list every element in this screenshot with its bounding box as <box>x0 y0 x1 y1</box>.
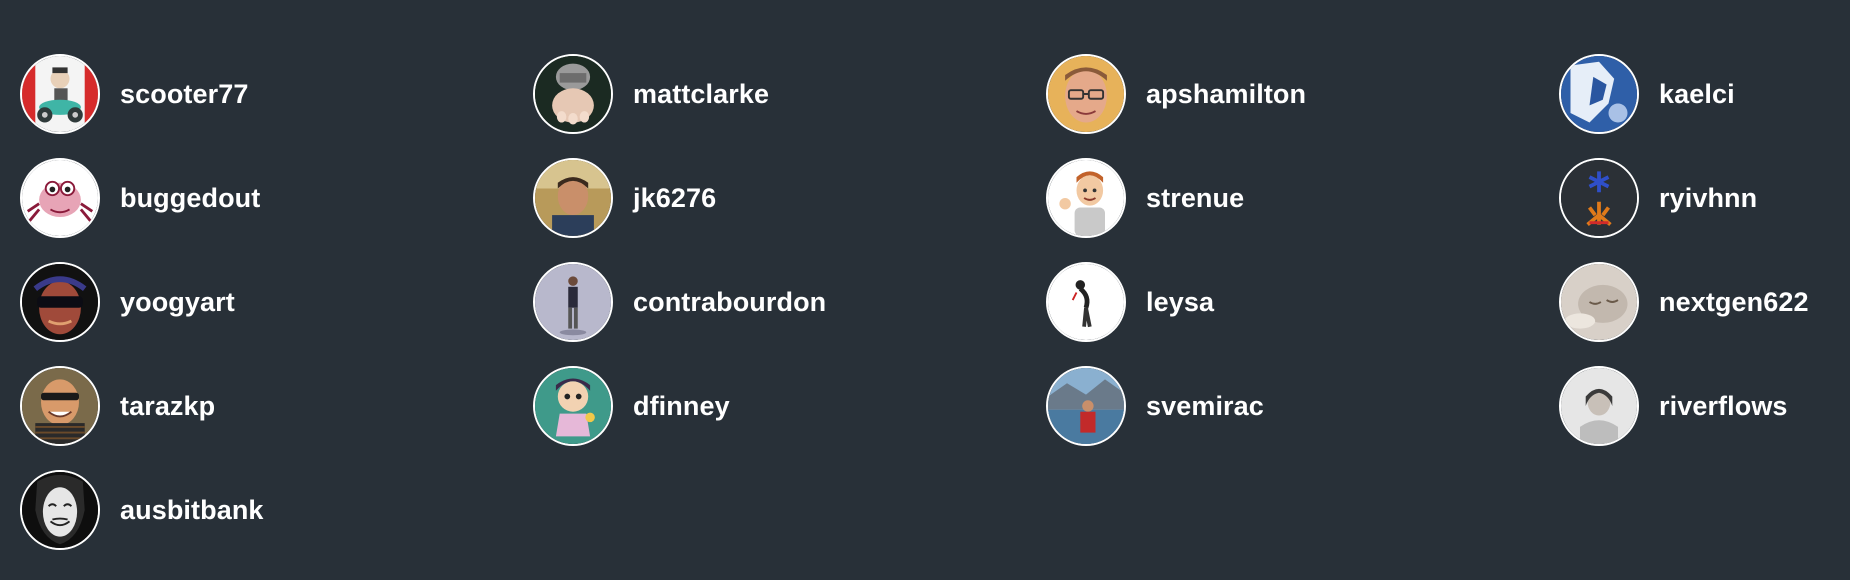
user-item-svemirac[interactable]: svemirac <box>1046 364 1559 448</box>
kanji-characters-avatar[interactable] <box>1559 158 1639 238</box>
masked-face-avatar[interactable] <box>20 470 100 550</box>
user-item-mattclarke[interactable]: mattclarke <box>533 52 1046 136</box>
scooter-cartoon-avatar[interactable] <box>20 54 100 134</box>
username[interactable]: leysa <box>1146 287 1214 318</box>
man-photo-avatar[interactable] <box>533 158 613 238</box>
username[interactable]: dfinney <box>633 391 730 422</box>
username[interactable]: ryivhnn <box>1659 183 1757 214</box>
username[interactable]: kaelci <box>1659 79 1735 110</box>
username[interactable]: ausbitbank <box>120 495 264 526</box>
person-by-lake-avatar[interactable] <box>1046 366 1126 446</box>
user-item-riverflows[interactable]: riverflows <box>1559 364 1850 448</box>
username[interactable]: jk6276 <box>633 183 716 214</box>
woman-portrait-avatar[interactable] <box>1559 366 1639 446</box>
username[interactable]: apshamilton <box>1146 79 1306 110</box>
sunglasses-man-avatar[interactable] <box>20 262 100 342</box>
username[interactable]: strenue <box>1146 183 1244 214</box>
animal-crossing-avatar[interactable] <box>533 366 613 446</box>
man-with-glasses-avatar[interactable] <box>1046 54 1126 134</box>
blue-portrait-avatar[interactable] <box>1559 54 1639 134</box>
user-item-buggedout[interactable]: buggedout <box>20 156 533 240</box>
standing-person-avatar[interactable] <box>533 262 613 342</box>
username[interactable]: contrabourdon <box>633 287 826 318</box>
user-item-nextgen622[interactable]: nextgen622 <box>1559 260 1850 344</box>
user-grid: scooter77 mattclarke apshamilton kaelci … <box>0 0 1850 580</box>
user-item-ausbitbank[interactable]: ausbitbank <box>20 468 533 552</box>
bug-cartoon-avatar[interactable] <box>20 158 100 238</box>
cartoon-man-avatar[interactable] <box>1046 158 1126 238</box>
user-item-strenue[interactable]: strenue <box>1046 156 1559 240</box>
username[interactable]: buggedout <box>120 183 260 214</box>
robot-foot-avatar[interactable] <box>533 54 613 134</box>
username[interactable]: tarazkp <box>120 391 215 422</box>
username[interactable]: mattclarke <box>633 79 769 110</box>
user-item-jk6276[interactable]: jk6276 <box>533 156 1046 240</box>
user-item-scooter77[interactable]: scooter77 <box>20 52 533 136</box>
user-item-tarazkp[interactable]: tarazkp <box>20 364 533 448</box>
user-item-contrabourdon[interactable]: contrabourdon <box>533 260 1046 344</box>
username[interactable]: riverflows <box>1659 391 1788 422</box>
user-item-kaelci[interactable]: kaelci <box>1559 52 1850 136</box>
user-item-ryivhnn[interactable]: ryivhnn <box>1559 156 1850 240</box>
username[interactable]: nextgen622 <box>1659 287 1809 318</box>
leaning-person-avatar[interactable] <box>1046 262 1126 342</box>
username[interactable]: scooter77 <box>120 79 248 110</box>
smiling-man-sunglasses-avatar[interactable] <box>20 366 100 446</box>
user-item-dfinney[interactable]: dfinney <box>533 364 1046 448</box>
username[interactable]: svemirac <box>1146 391 1264 422</box>
user-item-apshamilton[interactable]: apshamilton <box>1046 52 1559 136</box>
username[interactable]: yoogyart <box>120 287 235 318</box>
user-item-leysa[interactable]: leysa <box>1046 260 1559 344</box>
sleeping-baby-avatar[interactable] <box>1559 262 1639 342</box>
user-item-yoogyart[interactable]: yoogyart <box>20 260 533 344</box>
